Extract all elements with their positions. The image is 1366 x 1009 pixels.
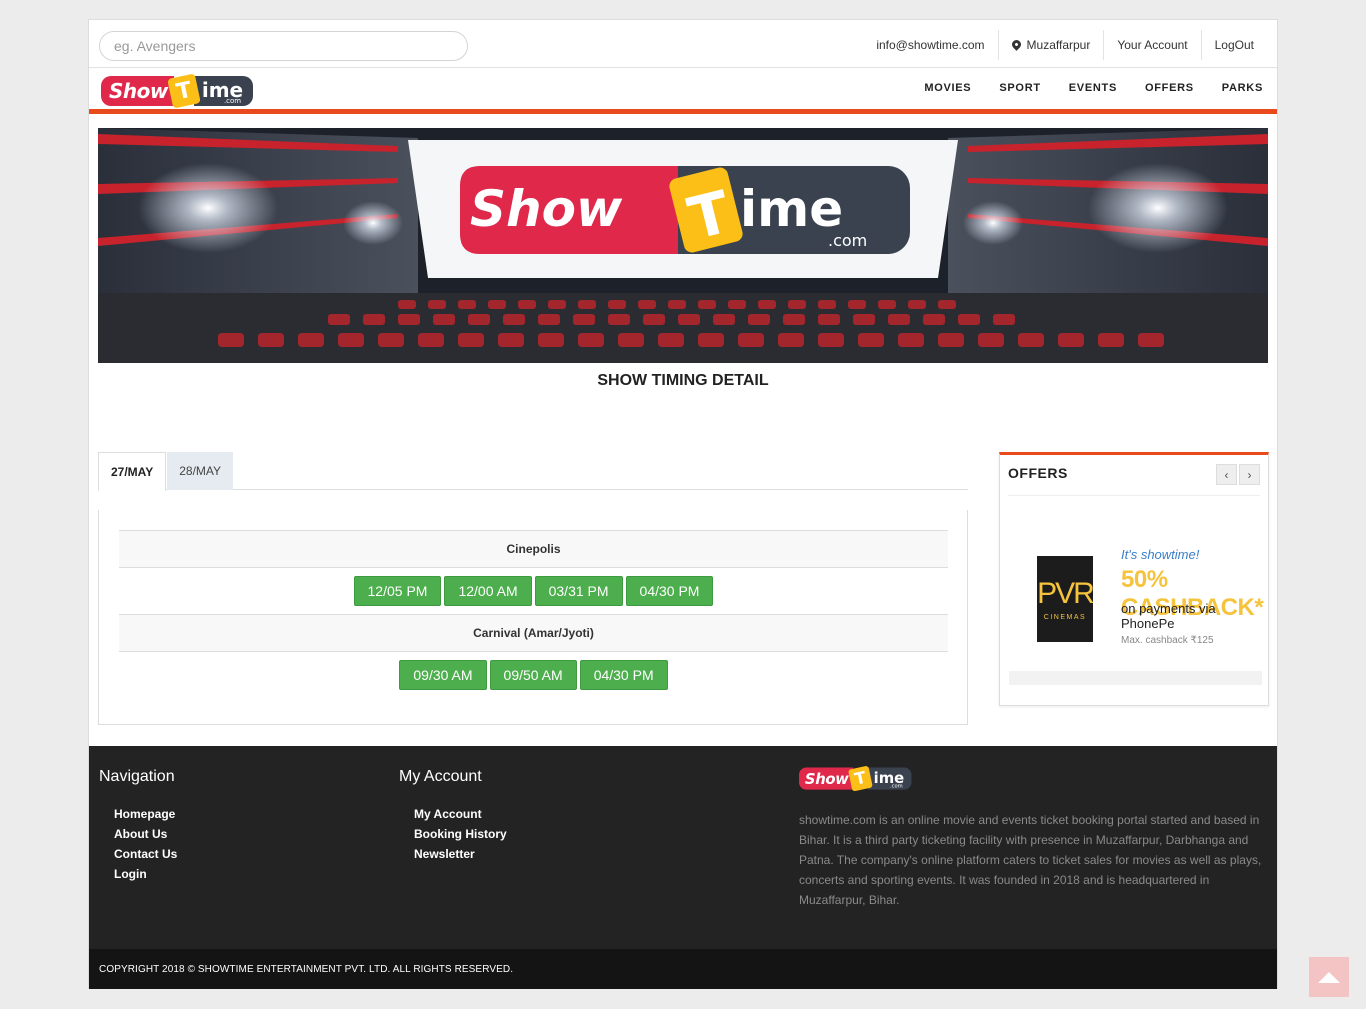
- footer-nav-title: Navigation: [99, 768, 175, 785]
- nav-item-sport[interactable]: SPORT: [985, 82, 1054, 94]
- nav-menu: MOVIES SPORT EVENTS OFFERS PARKS: [910, 68, 1277, 108]
- search-input[interactable]: [99, 31, 468, 61]
- banner-logo-domain-text: .com: [828, 231, 867, 250]
- map-pin-icon: [1009, 37, 1023, 51]
- offer-subline: on payments via PhonePe: [1121, 601, 1216, 631]
- cinema-name: Cinepolis: [119, 530, 948, 568]
- showtime-button[interactable]: 12/00 AM: [444, 576, 532, 606]
- offers-title: OFFERS: [1008, 465, 1068, 481]
- showtime-button[interactable]: 09/30 AM: [399, 660, 487, 690]
- chevron-left-icon[interactable]: ‹: [1216, 464, 1237, 485]
- pvr-logo-subtext: CINEMAS: [1043, 613, 1087, 621]
- footer: Navigation Homepage About Us Contact Us …: [89, 746, 1277, 949]
- page-title: SHOW TIMING DETAIL: [597, 372, 769, 389]
- your-account-link[interactable]: Your Account: [1103, 30, 1200, 60]
- banner-logo-show-text: Show: [470, 180, 623, 238]
- footer-link-my-account[interactable]: My Account: [414, 806, 507, 826]
- main-navbar: Show T ime .com MOVIES SPORT EVENTS OFFER…: [89, 68, 1277, 114]
- top-links: info@showtime.com Muzaffarpur Your Accou…: [863, 30, 1267, 60]
- footer-logo-part-ime: ime .com: [867, 767, 912, 790]
- city-label: Muzaffarpur: [1026, 38, 1091, 52]
- showtime-slots: 09/30 AM 09/50 AM 04/30 PM: [119, 660, 948, 690]
- date-tabs: 27/MAY 28/MAY: [98, 452, 968, 491]
- pvr-logo-text: PVR: [1037, 576, 1095, 610]
- tab-27-may[interactable]: 27/MAY: [98, 452, 167, 491]
- nav-item-movies[interactable]: MOVIES: [910, 82, 985, 94]
- copyright-bar: COPYRIGHT 2018 © SHOWTIME ENTERTAINMENT …: [89, 949, 1277, 989]
- footer-link-contact-us[interactable]: Contact Us: [114, 846, 177, 866]
- cinema-banner: Show T ime .com: [98, 128, 1268, 363]
- offer-caption-strip: [1009, 671, 1262, 685]
- tab-28-may[interactable]: 28/MAY: [167, 452, 234, 490]
- logo-domain-text: .com: [223, 97, 242, 105]
- offer-tagline: It's showtime!: [1121, 547, 1200, 562]
- offer-banner-pvr[interactable]: PVR CINEMAS It's showtime! 50% CASHBACK*…: [1009, 514, 1264, 685]
- logout-link[interactable]: LogOut: [1200, 30, 1267, 60]
- chevron-right-icon[interactable]: ›: [1239, 464, 1260, 485]
- showtime-button[interactable]: 04/30 PM: [579, 660, 668, 690]
- arrow-up-icon: [1318, 971, 1340, 983]
- footer-logo-wrap: Show T ime .com: [799, 765, 959, 800]
- email-link[interactable]: info@showtime.com: [863, 30, 997, 60]
- footer-logo-ticket-t: T: [847, 765, 873, 792]
- pvr-logo: PVR CINEMAS: [1037, 556, 1095, 642]
- logo-part-show: Show: [101, 76, 174, 106]
- offers-divider: [1008, 495, 1260, 496]
- showtime-button[interactable]: 03/31 PM: [534, 576, 623, 606]
- show-timings-panel: Cinepolis 12/05 PM 12/00 AM 03/31 PM 04/…: [98, 510, 968, 725]
- footer-logo-part-show: Show: [799, 767, 853, 790]
- footer-link-booking-history[interactable]: Booking History: [414, 826, 507, 846]
- footer-logo[interactable]: Show T ime .com: [799, 765, 917, 792]
- footer-link-newsletter[interactable]: Newsletter: [414, 846, 507, 866]
- footer-about-text: showtime.com is an online movie and even…: [799, 813, 1262, 907]
- footer-account-links: My Account Booking History Newsletter: [414, 806, 507, 866]
- showtime-button[interactable]: 12/05 PM: [353, 576, 442, 606]
- nav-item-parks[interactable]: PARKS: [1208, 82, 1277, 94]
- nav-item-offers[interactable]: OFFERS: [1131, 82, 1208, 94]
- footer-account-title: My Account: [399, 768, 482, 785]
- scroll-to-top-button[interactable]: [1309, 957, 1349, 997]
- offer-fineprint: Max. cashback ₹125: [1121, 635, 1214, 646]
- banner-illustration: Show T ime .com: [98, 128, 1268, 363]
- site-logo[interactable]: Show T ime .com: [101, 73, 261, 109]
- city-selector[interactable]: Muzaffarpur: [997, 30, 1104, 60]
- footer-nav-links: Homepage About Us Contact Us Login: [114, 806, 177, 886]
- logo-part-ime: ime .com: [193, 76, 254, 106]
- footer-link-login[interactable]: Login: [114, 866, 177, 886]
- footer-link-about-us[interactable]: About Us: [114, 826, 177, 846]
- cinema-name: Carnival (Amar/Jyoti): [119, 614, 948, 652]
- nav-item-events[interactable]: EVENTS: [1055, 82, 1131, 94]
- showtime-button[interactable]: 04/30 PM: [625, 576, 714, 606]
- showtime-button[interactable]: 09/50 AM: [489, 660, 577, 690]
- showtime-slots: 12/05 PM 12/00 AM 03/31 PM 04/30 PM: [119, 576, 948, 606]
- banner-logo-ime-text: ime: [740, 180, 843, 238]
- offers-panel: OFFERS ‹ › PVR CINEMAS It's showtime! 50…: [999, 452, 1269, 706]
- footer-logo-domain-text: .com: [889, 783, 903, 789]
- footer-link-homepage[interactable]: Homepage: [114, 806, 177, 826]
- offers-carousel-controls: ‹ ›: [1216, 464, 1260, 485]
- top-bar: info@showtime.com Muzaffarpur Your Accou…: [89, 20, 1277, 68]
- page-container: info@showtime.com Muzaffarpur Your Accou…: [88, 19, 1278, 989]
- logo-ticket-t: T: [167, 73, 201, 109]
